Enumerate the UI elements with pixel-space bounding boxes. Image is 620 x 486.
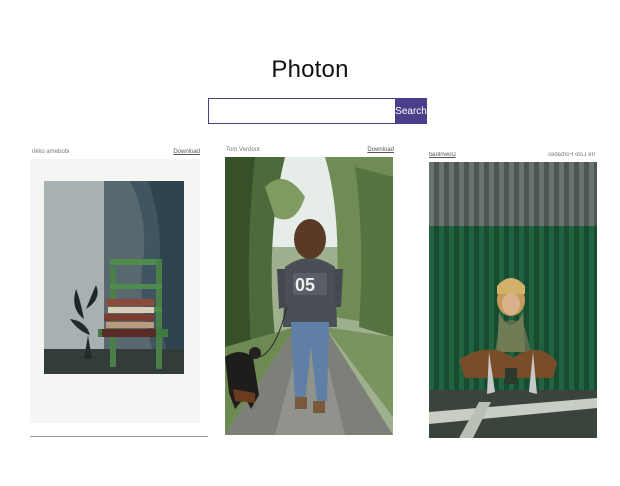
photo-card-header: Tom Verdoot Download	[224, 147, 394, 157]
photo-card: Tom Verdoot Download 05	[224, 147, 394, 435]
photo-green-wall-portrait	[429, 162, 597, 438]
divider	[30, 436, 208, 437]
photo-card: rikko amebobi Download	[30, 149, 208, 437]
photo-card: Ire Lolo Forbabes Download	[429, 152, 597, 438]
photo-author[interactable]: Tom Verdoot	[226, 147, 260, 153]
photo-image[interactable]: 05	[225, 157, 393, 435]
search-input[interactable]	[208, 98, 395, 124]
photo-card-header: rikko amebobi Download	[30, 149, 200, 159]
photo-image[interactable]	[30, 159, 200, 423]
search-form: Search	[208, 98, 427, 124]
download-link[interactable]: Download	[173, 149, 200, 155]
photo-walker-dog: 05	[225, 157, 393, 435]
photo-polaroid-chair	[30, 159, 200, 423]
photo-card-header: Ire Lolo Forbabes Download	[429, 152, 597, 162]
download-link[interactable]: Download	[429, 152, 456, 158]
search-button[interactable]: Search	[395, 98, 427, 124]
download-link[interactable]: Download	[367, 147, 394, 153]
app-title: Photon	[271, 56, 349, 83]
photo-author[interactable]: Ire Lolo Forbabes	[548, 152, 595, 158]
photo-author[interactable]: rikko amebobi	[32, 149, 69, 155]
svg-text:05: 05	[295, 275, 315, 295]
photo-image[interactable]	[429, 162, 597, 438]
